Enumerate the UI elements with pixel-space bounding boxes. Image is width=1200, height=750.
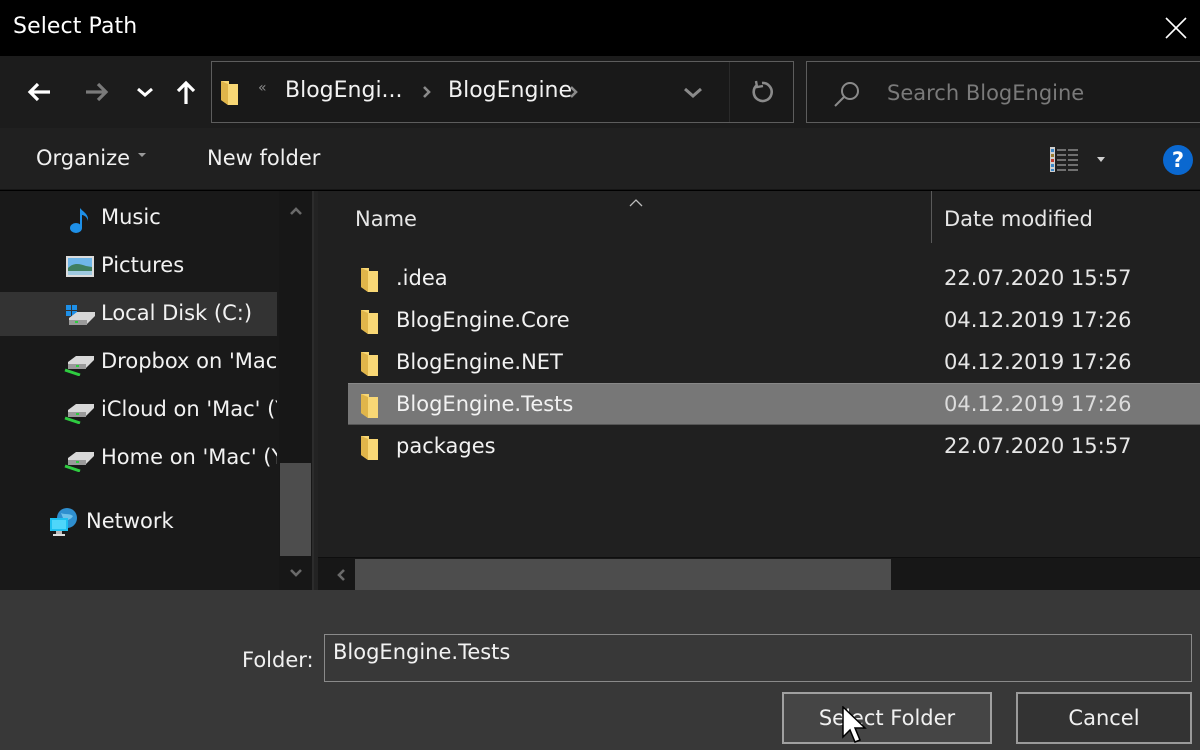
folder-icon bbox=[360, 435, 380, 465]
navpane-item-label: iCloud on 'Mac' (Y:) bbox=[101, 397, 277, 421]
file-date: 22.07.2020 15:57 bbox=[944, 434, 1132, 458]
folder-icon bbox=[360, 309, 380, 339]
navpane-vertical-scrollbar[interactable] bbox=[279, 191, 312, 590]
network-icon bbox=[49, 507, 79, 541]
music-icon bbox=[68, 206, 92, 238]
navpane-item-music[interactable]: Music bbox=[0, 196, 277, 240]
network-drive-icon bbox=[64, 400, 96, 428]
folder-label: Folder: bbox=[242, 648, 314, 672]
navpane-item-network[interactable]: Network bbox=[0, 500, 277, 544]
network-drive-icon bbox=[64, 448, 96, 476]
column-header-date-modified[interactable]: Date modified bbox=[944, 207, 1093, 231]
search-input[interactable] bbox=[887, 76, 1187, 110]
overflow-breadcrumb-button[interactable]: « bbox=[258, 80, 267, 96]
chevron-down-icon bbox=[137, 87, 153, 97]
column-separator[interactable] bbox=[931, 191, 932, 243]
caret-down-icon bbox=[138, 153, 147, 157]
cancel-button[interactable]: Cancel bbox=[1016, 692, 1192, 744]
chevron-down-icon bbox=[684, 87, 702, 98]
navpane-item-label: Pictures bbox=[101, 253, 185, 277]
navpane-item-label: Local Disk (C:) bbox=[101, 301, 253, 325]
column-header-name[interactable]: Name bbox=[355, 207, 417, 231]
file-date: 04.12.2019 17:26 bbox=[944, 308, 1132, 332]
close-icon bbox=[1165, 17, 1187, 39]
file-row-selected[interactable]: BlogEngine.Tests 04.12.2019 17:26 bbox=[348, 383, 1200, 425]
window-title: Select Path bbox=[13, 14, 138, 39]
file-date: 04.12.2019 17:26 bbox=[944, 392, 1132, 416]
arrow-right-icon bbox=[86, 82, 109, 102]
folder-icon bbox=[220, 80, 240, 110]
scroll-up-button[interactable] bbox=[279, 193, 312, 229]
file-name: packages bbox=[396, 434, 496, 458]
back-button[interactable] bbox=[22, 76, 56, 108]
file-name: BlogEngine.Tests bbox=[396, 392, 574, 416]
navigation-pane: Music Pictures Local Disk (C:) Dropbox o… bbox=[0, 191, 314, 590]
search-box[interactable] bbox=[806, 61, 1200, 123]
file-row[interactable]: BlogEngine.Core 04.12.2019 17:26 bbox=[348, 300, 1200, 342]
chevron-down-icon bbox=[289, 569, 302, 577]
file-name: BlogEngine.Core bbox=[396, 308, 570, 332]
navpane-item-label: Music bbox=[101, 205, 161, 229]
scrollbar-thumb[interactable] bbox=[355, 559, 891, 590]
change-view-button[interactable] bbox=[1048, 146, 1112, 174]
details-view-icon bbox=[1050, 147, 1105, 172]
file-row[interactable]: .idea 22.07.2020 15:57 bbox=[348, 258, 1200, 300]
forward-button[interactable] bbox=[80, 76, 114, 108]
divider bbox=[729, 62, 730, 122]
chevron-right-icon[interactable] bbox=[569, 84, 579, 103]
file-date: 22.07.2020 15:57 bbox=[944, 266, 1132, 290]
file-row[interactable]: BlogEngine.NET 04.12.2019 17:26 bbox=[348, 342, 1200, 384]
folder-name-input[interactable] bbox=[324, 634, 1192, 682]
scroll-left-button[interactable] bbox=[326, 558, 356, 591]
folder-icon bbox=[360, 393, 380, 423]
search-icon bbox=[833, 80, 861, 112]
arrow-left-icon bbox=[27, 82, 50, 102]
organize-button[interactable]: Organize bbox=[36, 146, 147, 170]
help-button[interactable]: ? bbox=[1163, 145, 1193, 175]
dialog-footer: Folder: Select Folder Cancel bbox=[0, 590, 1200, 750]
address-bar[interactable]: « BlogEngi... BlogEngine bbox=[211, 61, 794, 123]
command-toolbar: Organize New folder ? bbox=[0, 128, 1200, 190]
local-disk-icon bbox=[65, 304, 97, 330]
chevron-up-icon bbox=[289, 207, 302, 215]
title-bar: Select Path bbox=[0, 0, 1200, 56]
folder-icon bbox=[360, 351, 380, 381]
navpane-item-dropbox[interactable]: Dropbox on 'Mac' (Z:) bbox=[0, 340, 277, 384]
organize-label: Organize bbox=[36, 146, 131, 170]
refresh-icon bbox=[752, 80, 773, 103]
navpane-item-home[interactable]: Home on 'Mac' (Y:) bbox=[0, 436, 277, 480]
navpane-item-label: Home on 'Mac' (Y:) bbox=[101, 445, 277, 469]
file-row[interactable]: packages 22.07.2020 15:57 bbox=[348, 426, 1200, 468]
scroll-down-button[interactable] bbox=[279, 555, 312, 591]
navpane-item-local-disk[interactable]: Local Disk (C:) bbox=[0, 292, 277, 336]
navpane-item-pictures[interactable]: Pictures bbox=[0, 244, 277, 288]
address-dropdown-button[interactable] bbox=[676, 80, 710, 106]
folder-icon bbox=[360, 267, 380, 297]
close-button[interactable] bbox=[1164, 10, 1200, 46]
network-drive-icon bbox=[64, 352, 96, 380]
filelist-horizontal-scrollbar[interactable] bbox=[318, 557, 1200, 590]
breadcrumb-item[interactable]: BlogEngine bbox=[448, 78, 572, 103]
chevron-left-icon bbox=[337, 568, 345, 581]
arrow-up-icon bbox=[176, 80, 196, 104]
up-button[interactable] bbox=[172, 76, 200, 108]
sort-ascending-icon bbox=[628, 193, 644, 212]
breadcrumb-item[interactable]: BlogEngi... bbox=[285, 78, 403, 103]
navigation-bar: « BlogEngi... BlogEngine bbox=[0, 56, 1200, 128]
scrollbar-thumb[interactable] bbox=[280, 463, 311, 556]
select-folder-button[interactable]: Select Folder bbox=[782, 692, 992, 744]
navpane-item-label: Network bbox=[86, 509, 174, 533]
file-list: Name Date modified .idea 22.07.2020 15:5… bbox=[318, 191, 1200, 557]
file-name: .idea bbox=[396, 266, 448, 290]
refresh-button[interactable] bbox=[740, 74, 784, 110]
new-folder-button[interactable]: New folder bbox=[207, 146, 320, 170]
navpane-item-label: Dropbox on 'Mac' (Z:) bbox=[101, 349, 277, 373]
navpane-item-icloud[interactable]: iCloud on 'Mac' (Y:) bbox=[0, 388, 277, 432]
recent-locations-button[interactable] bbox=[132, 76, 158, 108]
file-name: BlogEngine.NET bbox=[396, 350, 563, 374]
file-date: 04.12.2019 17:26 bbox=[944, 350, 1132, 374]
pictures-icon bbox=[66, 256, 94, 282]
chevron-right-icon[interactable] bbox=[422, 84, 432, 103]
